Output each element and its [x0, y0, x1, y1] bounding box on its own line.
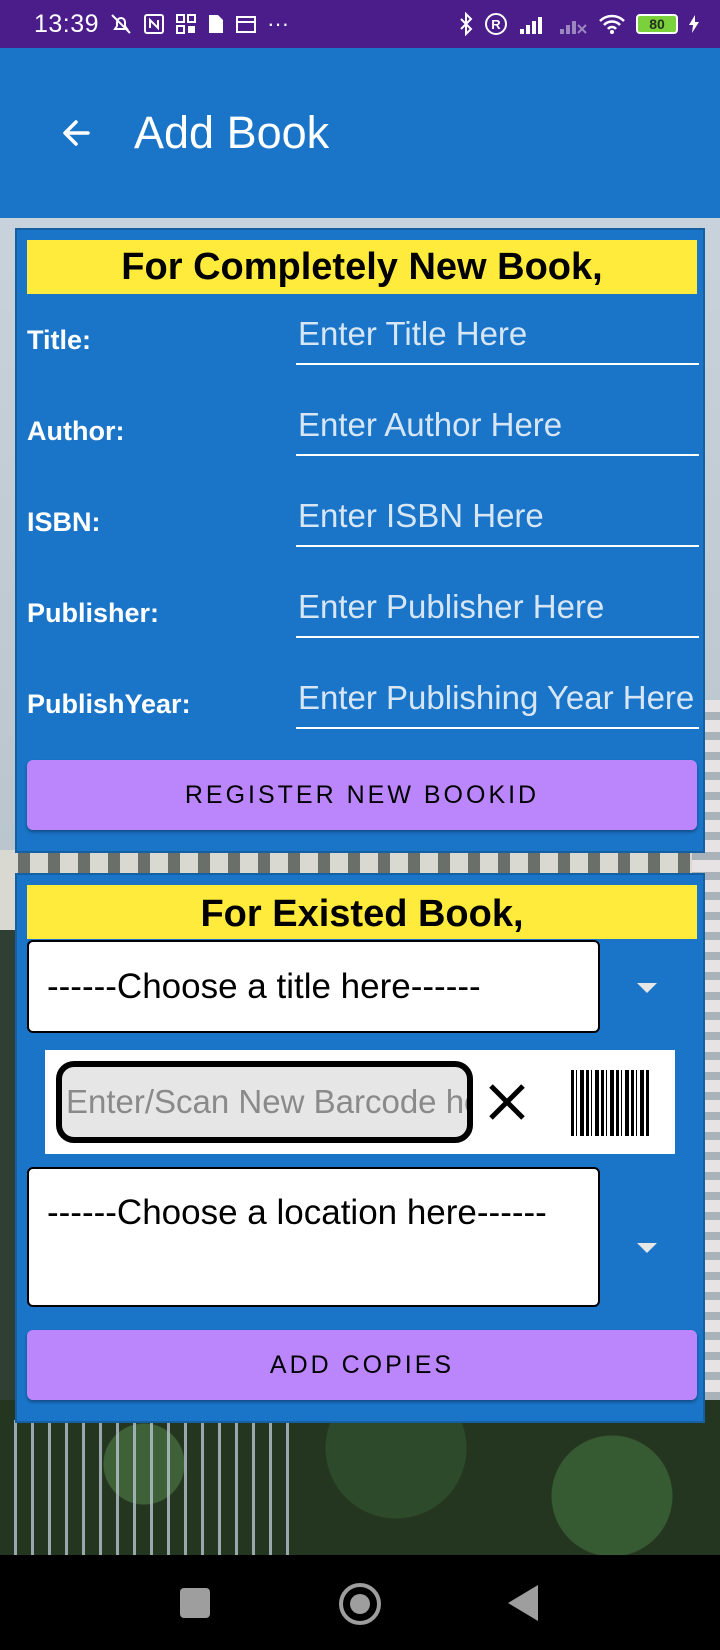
recents-square-icon[interactable]: [180, 1588, 210, 1618]
existing-book-panel: For Existed Book, ------Choose a title h…: [15, 873, 705, 1423]
back-button[interactable]: [56, 113, 96, 153]
isbn-row: ISBN:: [27, 487, 699, 547]
status-left-icons: ···: [109, 11, 289, 37]
registered-icon: R: [485, 13, 507, 35]
publisher-field-container: [296, 578, 699, 638]
title-input[interactable]: [296, 305, 699, 363]
publisher-label: Publisher:: [27, 598, 160, 628]
charging-icon: [689, 15, 699, 33]
author-row: Author:: [27, 396, 699, 456]
nfc-icon: [144, 14, 165, 34]
battery-icon: 80: [636, 14, 678, 34]
isbn-label: ISBN:: [27, 507, 101, 537]
isbn-field-container: [296, 487, 699, 547]
new-book-banner: For Completely New Book,: [27, 240, 697, 294]
title-field-container: [296, 305, 699, 365]
svg-text:R: R: [491, 17, 501, 32]
add-copies-button[interactable]: ADD COPIES: [27, 1330, 697, 1400]
muted-notification-icon: [111, 14, 131, 34]
system-nav-bar: [0, 1555, 720, 1650]
publish-year-input[interactable]: [296, 669, 699, 727]
title-row: Title:: [27, 305, 699, 365]
register-new-bookid-button[interactable]: REGISTER NEW BOOKID: [27, 760, 697, 830]
home-circle-icon[interactable]: [339, 1583, 381, 1625]
status-bar: 13:39 ··· R 80: [0, 0, 720, 48]
status-time: 13:39: [34, 9, 100, 38]
publish-year-field-container: [296, 669, 699, 729]
publish-year-row: PublishYear:: [27, 669, 699, 729]
publisher-input[interactable]: [296, 578, 699, 636]
new-book-panel: For Completely New Book, Title: Author: …: [15, 228, 705, 853]
page-title: Add Book: [134, 107, 330, 158]
location-dropdown-arrow-icon[interactable]: [637, 1243, 657, 1253]
bluetooth-icon: [460, 12, 473, 36]
barcode-row: [45, 1050, 675, 1154]
title-select[interactable]: ------Choose a title here------: [27, 940, 600, 1033]
author-label: Author:: [27, 416, 125, 446]
calendar-icon: [236, 16, 257, 33]
apps-icon: [176, 14, 197, 34]
publish-year-label: PublishYear:: [27, 689, 191, 719]
wifi-icon: [599, 14, 625, 34]
location-select[interactable]: ------Choose a location here------: [27, 1167, 600, 1307]
background-fence: [0, 1420, 300, 1555]
barcode-field-container: [56, 1061, 473, 1143]
existing-book-banner: For Existed Book,: [27, 885, 697, 939]
clear-barcode-button[interactable]: [485, 1080, 529, 1124]
barcode-scan-icon[interactable]: [571, 1070, 651, 1136]
status-right-icons: R 80: [458, 12, 700, 36]
close-icon: [489, 1084, 525, 1120]
title-label: Title:: [27, 325, 92, 355]
app-bar: Add Book: [0, 48, 720, 218]
barcode-input[interactable]: [62, 1067, 467, 1137]
arrow-left-icon: [63, 120, 90, 146]
author-input[interactable]: [296, 396, 699, 454]
sim-icon: [209, 15, 224, 33]
back-triangle-icon[interactable]: [508, 1585, 538, 1621]
signal-icon: [520, 17, 542, 34]
signal-off-icon: [560, 21, 587, 34]
author-field-container: [296, 396, 699, 456]
isbn-input[interactable]: [296, 487, 699, 545]
more-dots-icon: ···: [267, 11, 290, 36]
title-dropdown-arrow-icon[interactable]: [637, 983, 657, 993]
publisher-row: Publisher:: [27, 578, 699, 638]
